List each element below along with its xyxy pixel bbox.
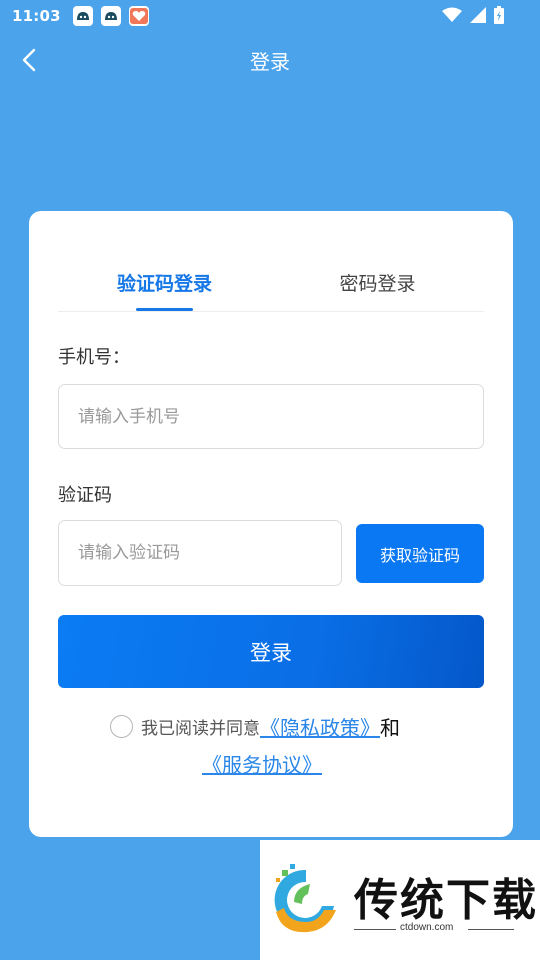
tab-sms-login[interactable]: 验证码登录 bbox=[58, 251, 271, 311]
back-button[interactable] bbox=[14, 44, 44, 76]
signal-icon bbox=[470, 7, 486, 23]
phone-field bbox=[58, 384, 484, 449]
watermark-divider bbox=[468, 929, 514, 930]
phone-label: 手机号： bbox=[58, 347, 130, 368]
watermark-title: 传统下载 bbox=[354, 875, 538, 926]
login-card: 验证码登录 密码登录 手机号： 验证码 获取验证码 登录 我已阅读并同意 《隐私… bbox=[29, 211, 513, 837]
watermark-subtitle: ctdown.com bbox=[400, 922, 454, 933]
agree-checkbox[interactable] bbox=[110, 714, 133, 738]
status-bar: 11:03 bbox=[0, 0, 540, 32]
watermark: 传统下载 ctdown.com bbox=[260, 840, 540, 960]
system-icons bbox=[442, 6, 504, 24]
agreement-text: 我已阅读并同意 bbox=[141, 718, 260, 739]
watermark-divider bbox=[354, 929, 396, 930]
code-label: 验证码 bbox=[58, 485, 112, 506]
tab-password-login[interactable]: 密码登录 bbox=[271, 251, 484, 311]
app-notification-icon bbox=[100, 6, 121, 26]
code-field bbox=[58, 520, 342, 586]
agreement-and: 和 bbox=[380, 715, 400, 740]
header: 登录 bbox=[0, 38, 540, 82]
status-time: 11:03 bbox=[12, 7, 61, 25]
privacy-policy-link[interactable]: 《隐私政策》 bbox=[260, 712, 380, 741]
watermark-logo-icon bbox=[274, 864, 336, 933]
login-button[interactable]: 登录 bbox=[58, 615, 484, 688]
active-tab-indicator bbox=[136, 308, 193, 311]
app-notification-icon bbox=[72, 6, 93, 26]
code-input[interactable] bbox=[78, 543, 341, 563]
service-agreement-link[interactable]: 《服务协议》 bbox=[202, 749, 322, 778]
notification-icons bbox=[72, 6, 149, 26]
get-code-button[interactable]: 获取验证码 bbox=[356, 524, 484, 583]
login-tabs: 验证码登录 密码登录 bbox=[58, 251, 484, 312]
page-title: 登录 bbox=[250, 49, 290, 74]
heart-app-icon bbox=[128, 6, 149, 26]
chevron-left-icon bbox=[22, 48, 36, 72]
phone-input[interactable] bbox=[78, 406, 483, 427]
wifi-icon bbox=[442, 7, 462, 22]
battery-icon bbox=[494, 6, 504, 24]
agreement-row: 我已阅读并同意 《隐私政策》 和 bbox=[110, 712, 400, 741]
